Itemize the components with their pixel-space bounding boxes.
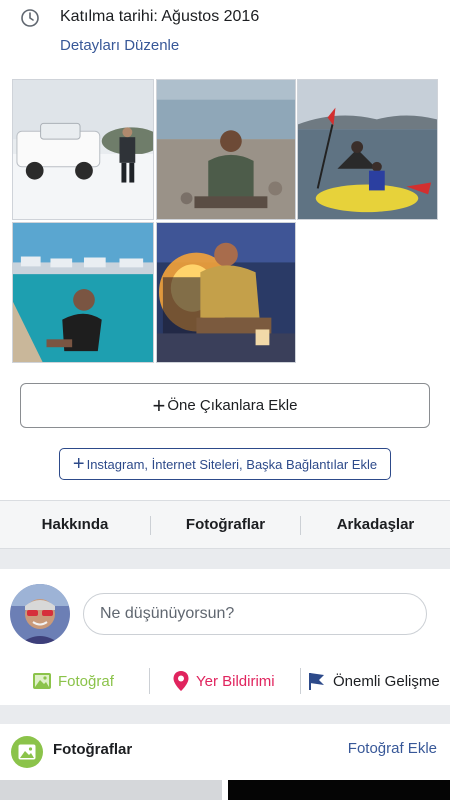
plus-icon: + <box>72 453 85 475</box>
photo-man-by-campfire[interactable] <box>156 222 296 363</box>
tab-photos[interactable]: Fotoğraflar <box>151 501 300 548</box>
add-links-label: Instagram, İnternet Siteleri, Başka Bağl… <box>86 456 378 472</box>
status-input-placeholder: Ne düşünüyorsun? <box>100 605 235 622</box>
photo-action-label: Fotoğraf <box>58 672 114 690</box>
tab-about[interactable]: Hakkında <box>0 501 150 548</box>
action-divider <box>149 668 150 694</box>
clock-icon <box>21 9 39 27</box>
plus-icon: + <box>152 392 166 418</box>
add-photo-link[interactable]: Fotoğraf Ekle <box>348 740 437 757</box>
photo-thumbnail[interactable] <box>228 780 450 800</box>
photos-icon <box>11 736 43 768</box>
tab-friends[interactable]: Arkadaşlar <box>301 501 450 548</box>
section-divider <box>0 705 450 724</box>
add-to-featured-button[interactable]: + Öne Çıkanlara Ekle <box>20 383 430 428</box>
photo-kayak-on-sea[interactable] <box>297 79 438 220</box>
add-links-button[interactable]: + Instagram, İnternet Siteleri, Başka Ba… <box>59 448 391 480</box>
add-to-featured-label: Öne Çıkanlara Ekle <box>167 397 298 414</box>
photo-white-pickup-snow[interactable] <box>12 79 154 220</box>
photo-thumbnail[interactable] <box>0 780 222 800</box>
photo-man-by-marina[interactable] <box>12 222 154 363</box>
photo-icon <box>33 673 51 689</box>
section-divider <box>0 549 450 569</box>
avatar[interactable] <box>10 584 70 644</box>
joined-date-row: Katılma tarihi: Ağustos 2016 Detayları D… <box>0 0 450 66</box>
life-event-action-button[interactable]: Önemli Gelişme <box>307 667 440 695</box>
profile-tabs: Hakkında Fotoğraflar Arkadaşlar <box>0 500 450 549</box>
status-input[interactable]: Ne düşünüyorsun? <box>83 593 427 635</box>
edit-details-link[interactable]: Detayları Düzenle <box>60 37 179 54</box>
photo-action-button[interactable]: Fotoğraf <box>32 667 114 695</box>
action-divider <box>300 668 301 694</box>
check-in-action-label: Yer Bildirimi <box>196 672 275 690</box>
photos-section-title: Fotoğraflar <box>53 741 133 758</box>
flag-icon <box>309 673 324 690</box>
check-in-action-button[interactable]: Yer Bildirimi <box>172 667 275 695</box>
joined-date-text: Katılma tarihi: Ağustos 2016 <box>60 8 260 25</box>
life-event-action-label: Önemli Gelişme <box>333 672 440 690</box>
photo-man-on-pebble-beach[interactable] <box>156 79 296 220</box>
location-pin-icon <box>173 671 189 691</box>
